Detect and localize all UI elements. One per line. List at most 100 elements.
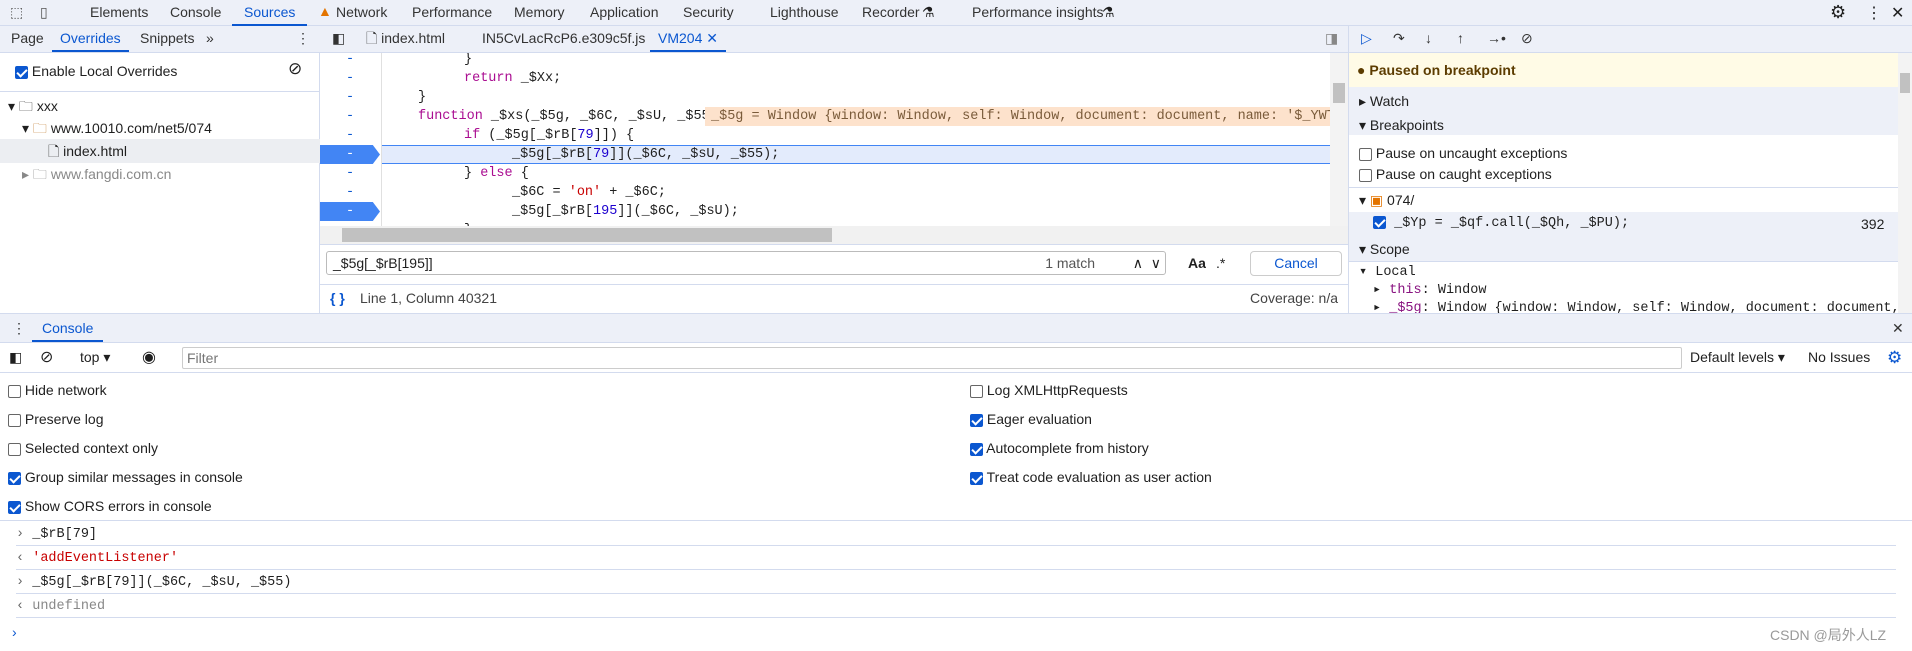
checkbox[interactable] bbox=[8, 442, 21, 456]
close-drawer-icon[interactable]: ✕ bbox=[1892, 316, 1904, 342]
close-icon[interactable]: ✕ bbox=[706, 30, 718, 46]
line-gutter[interactable]: - bbox=[320, 126, 380, 145]
step-into-icon[interactable]: ↓ bbox=[1425, 26, 1432, 52]
setting-checkbox[interactable]: Eager evaluation bbox=[970, 408, 1092, 430]
setting-checkbox[interactable]: Hide network bbox=[8, 379, 107, 401]
resume-icon[interactable]: ▷ bbox=[1361, 26, 1372, 52]
deactivate-breakpoints-icon[interactable]: ⊘ bbox=[1521, 26, 1533, 52]
line-gutter[interactable]: - bbox=[320, 69, 380, 88]
breakpoint-marker[interactable]: - bbox=[320, 145, 380, 164]
tab-network[interactable]: Network bbox=[336, 0, 387, 26]
regex-button[interactable]: .* bbox=[1216, 255, 1225, 271]
console-settings-gear-icon[interactable]: ⚙ bbox=[1887, 343, 1902, 372]
tab-elements[interactable]: Elements bbox=[90, 0, 148, 26]
editor-tab-vm204[interactable]: VM204 ✕ bbox=[650, 26, 726, 52]
more-tabs-icon[interactable]: » bbox=[206, 26, 214, 52]
setting-checkbox[interactable]: Show CORS errors in console bbox=[8, 495, 212, 517]
console-prompt-icon[interactable]: › bbox=[12, 624, 17, 640]
breakpoint-marker[interactable]: - bbox=[320, 202, 380, 221]
line-gutter[interactable]: - bbox=[320, 183, 380, 202]
more-menu-icon[interactable]: ⋮ bbox=[296, 26, 310, 52]
checkbox[interactable] bbox=[8, 413, 21, 427]
checkbox[interactable] bbox=[970, 442, 983, 456]
cancel-button[interactable]: Cancel bbox=[1250, 251, 1342, 276]
step-over-icon[interactable]: ↷ bbox=[1393, 26, 1405, 52]
checkbox[interactable] bbox=[970, 413, 983, 427]
vertical-scrollbar[interactable] bbox=[1330, 53, 1348, 226]
tab-application[interactable]: Application bbox=[590, 0, 659, 26]
code-editor[interactable]: -} - return _$Xx; -} - function _$xs(_$5g, _$… bbox=[320, 53, 1330, 226]
step-out-icon[interactable]: ↑ bbox=[1457, 26, 1464, 52]
match-case-button[interactable]: Aa bbox=[1188, 255, 1206, 271]
watch-section[interactable]: ▸ Watch bbox=[1359, 89, 1409, 113]
search-input[interactable]: _$5g[_$rB[195]] 1 match ∧ ∨ bbox=[326, 251, 1166, 275]
scope-section[interactable]: ▾ Scope bbox=[1359, 237, 1410, 261]
tab-sources[interactable]: Sources bbox=[232, 0, 308, 26]
log-levels-select[interactable]: Default levels ▾ bbox=[1690, 343, 1785, 372]
issues-button[interactable]: No Issues bbox=[1808, 343, 1870, 372]
sidebar-toggle-icon[interactable]: ◧ bbox=[9, 343, 22, 372]
tab-lighthouse[interactable]: Lighthouse bbox=[770, 0, 839, 26]
scope-5g[interactable]: ▸ _$5g: Window {window: Window, self: Wi… bbox=[1373, 297, 1898, 313]
clear-console-icon[interactable]: ⊘ bbox=[40, 343, 53, 372]
editor-tab-index-html[interactable]: 🗋 index.html bbox=[366, 26, 445, 52]
pause-caught-checkbox[interactable]: Pause on caught exceptions bbox=[1359, 162, 1552, 186]
section-label: Local bbox=[1375, 265, 1416, 280]
checkbox[interactable] bbox=[8, 500, 21, 514]
enable-overrides-checkbox[interactable]: Enable Local Overrides bbox=[15, 63, 177, 79]
drawer-menu-icon[interactable]: ⋮ bbox=[12, 316, 26, 342]
live-expression-eye-icon[interactable]: ◉ bbox=[142, 343, 156, 372]
tab-overrides[interactable]: Overrides bbox=[52, 26, 129, 52]
breakpoint-file[interactable]: ▾ ▣ 074/ bbox=[1359, 188, 1414, 212]
setting-checkbox[interactable]: Group similar messages in console bbox=[8, 466, 243, 488]
device-toolbar-icon[interactable]: ▯ bbox=[40, 4, 48, 21]
inspect-element-icon[interactable]: ⬚ bbox=[10, 4, 23, 21]
tab-performance[interactable]: Performance bbox=[412, 0, 492, 26]
checkbox[interactable] bbox=[970, 471, 983, 485]
editor-tab-js[interactable]: IN5CvLacRcP6.e309c5f.js bbox=[482, 26, 645, 52]
line-gutter[interactable]: - bbox=[320, 107, 380, 126]
gear-icon[interactable]: ⚙ bbox=[1830, 2, 1846, 23]
context-select[interactable]: top ▾ bbox=[80, 343, 110, 372]
line-gutter[interactable]: - bbox=[320, 164, 380, 183]
toggle-navigator-icon[interactable]: ◧ bbox=[332, 26, 345, 52]
previous-match-icon[interactable]: ∧ bbox=[1133, 252, 1143, 274]
tab-performance-insights[interactable]: Performance insights bbox=[972, 0, 1104, 26]
toggle-debugger-icon[interactable]: ◨ bbox=[1325, 26, 1338, 52]
next-match-icon[interactable]: ∨ bbox=[1151, 252, 1161, 274]
breakpoint-item[interactable]: _$Yp = _$qf.call(_$Qh, _$PU); bbox=[1373, 212, 1629, 236]
tab-memory[interactable]: Memory bbox=[514, 0, 565, 26]
setting-checkbox[interactable]: Autocomplete from history bbox=[970, 437, 1149, 459]
setting-checkbox[interactable]: Treat code evaluation as user action bbox=[970, 466, 1212, 488]
more-menu-icon[interactable]: ⋮ bbox=[1866, 3, 1882, 23]
setting-checkbox[interactable]: Log XMLHttpRequests bbox=[970, 379, 1128, 401]
line-gutter[interactable]: - bbox=[320, 88, 380, 107]
code-line: if (_$5g[_$rB[79]]) { bbox=[464, 126, 634, 145]
checkbox[interactable] bbox=[970, 384, 983, 398]
tab-snippets[interactable]: Snippets bbox=[140, 26, 194, 52]
tree-item-domain[interactable]: ▾ 🗀 www.10010.com/net5/074 bbox=[22, 117, 212, 139]
setting-checkbox[interactable]: Selected context only bbox=[8, 437, 158, 459]
tab-label: VM204 bbox=[658, 30, 703, 46]
tab-recorder[interactable]: Recorder bbox=[862, 0, 920, 26]
close-icon[interactable]: ✕ bbox=[1891, 3, 1904, 23]
line-gutter[interactable]: - bbox=[320, 53, 380, 69]
tab-security[interactable]: Security bbox=[683, 0, 734, 26]
filter-input[interactable] bbox=[182, 347, 1682, 369]
checkbox[interactable] bbox=[8, 384, 21, 398]
step-icon[interactable]: →• bbox=[1487, 26, 1506, 52]
horizontal-scrollbar[interactable] bbox=[320, 226, 1348, 244]
tree-item-index-html[interactable]: 🗋 index.html bbox=[0, 139, 320, 163]
breakpoints-section[interactable]: ▾ Breakpoints bbox=[1359, 113, 1444, 137]
tree-item-xxx[interactable]: ▾ 🗀 xxx bbox=[8, 95, 58, 117]
setting-checkbox[interactable]: Preserve log bbox=[8, 408, 103, 430]
setting-label: Show CORS errors in console bbox=[24, 498, 212, 514]
drawer-tab-console[interactable]: Console bbox=[32, 316, 104, 342]
tab-page[interactable]: Page bbox=[11, 26, 44, 52]
sidebar-scrollbar[interactable] bbox=[1898, 53, 1912, 313]
tab-console[interactable]: Console bbox=[170, 0, 221, 26]
pretty-print-icon[interactable]: { } bbox=[330, 285, 345, 312]
checkbox[interactable] bbox=[8, 471, 21, 485]
clear-icon[interactable]: ⊘ bbox=[288, 59, 302, 79]
tree-item-fangdi[interactable]: ▸ 🗀 www.fangdi.com.cn bbox=[22, 163, 171, 185]
